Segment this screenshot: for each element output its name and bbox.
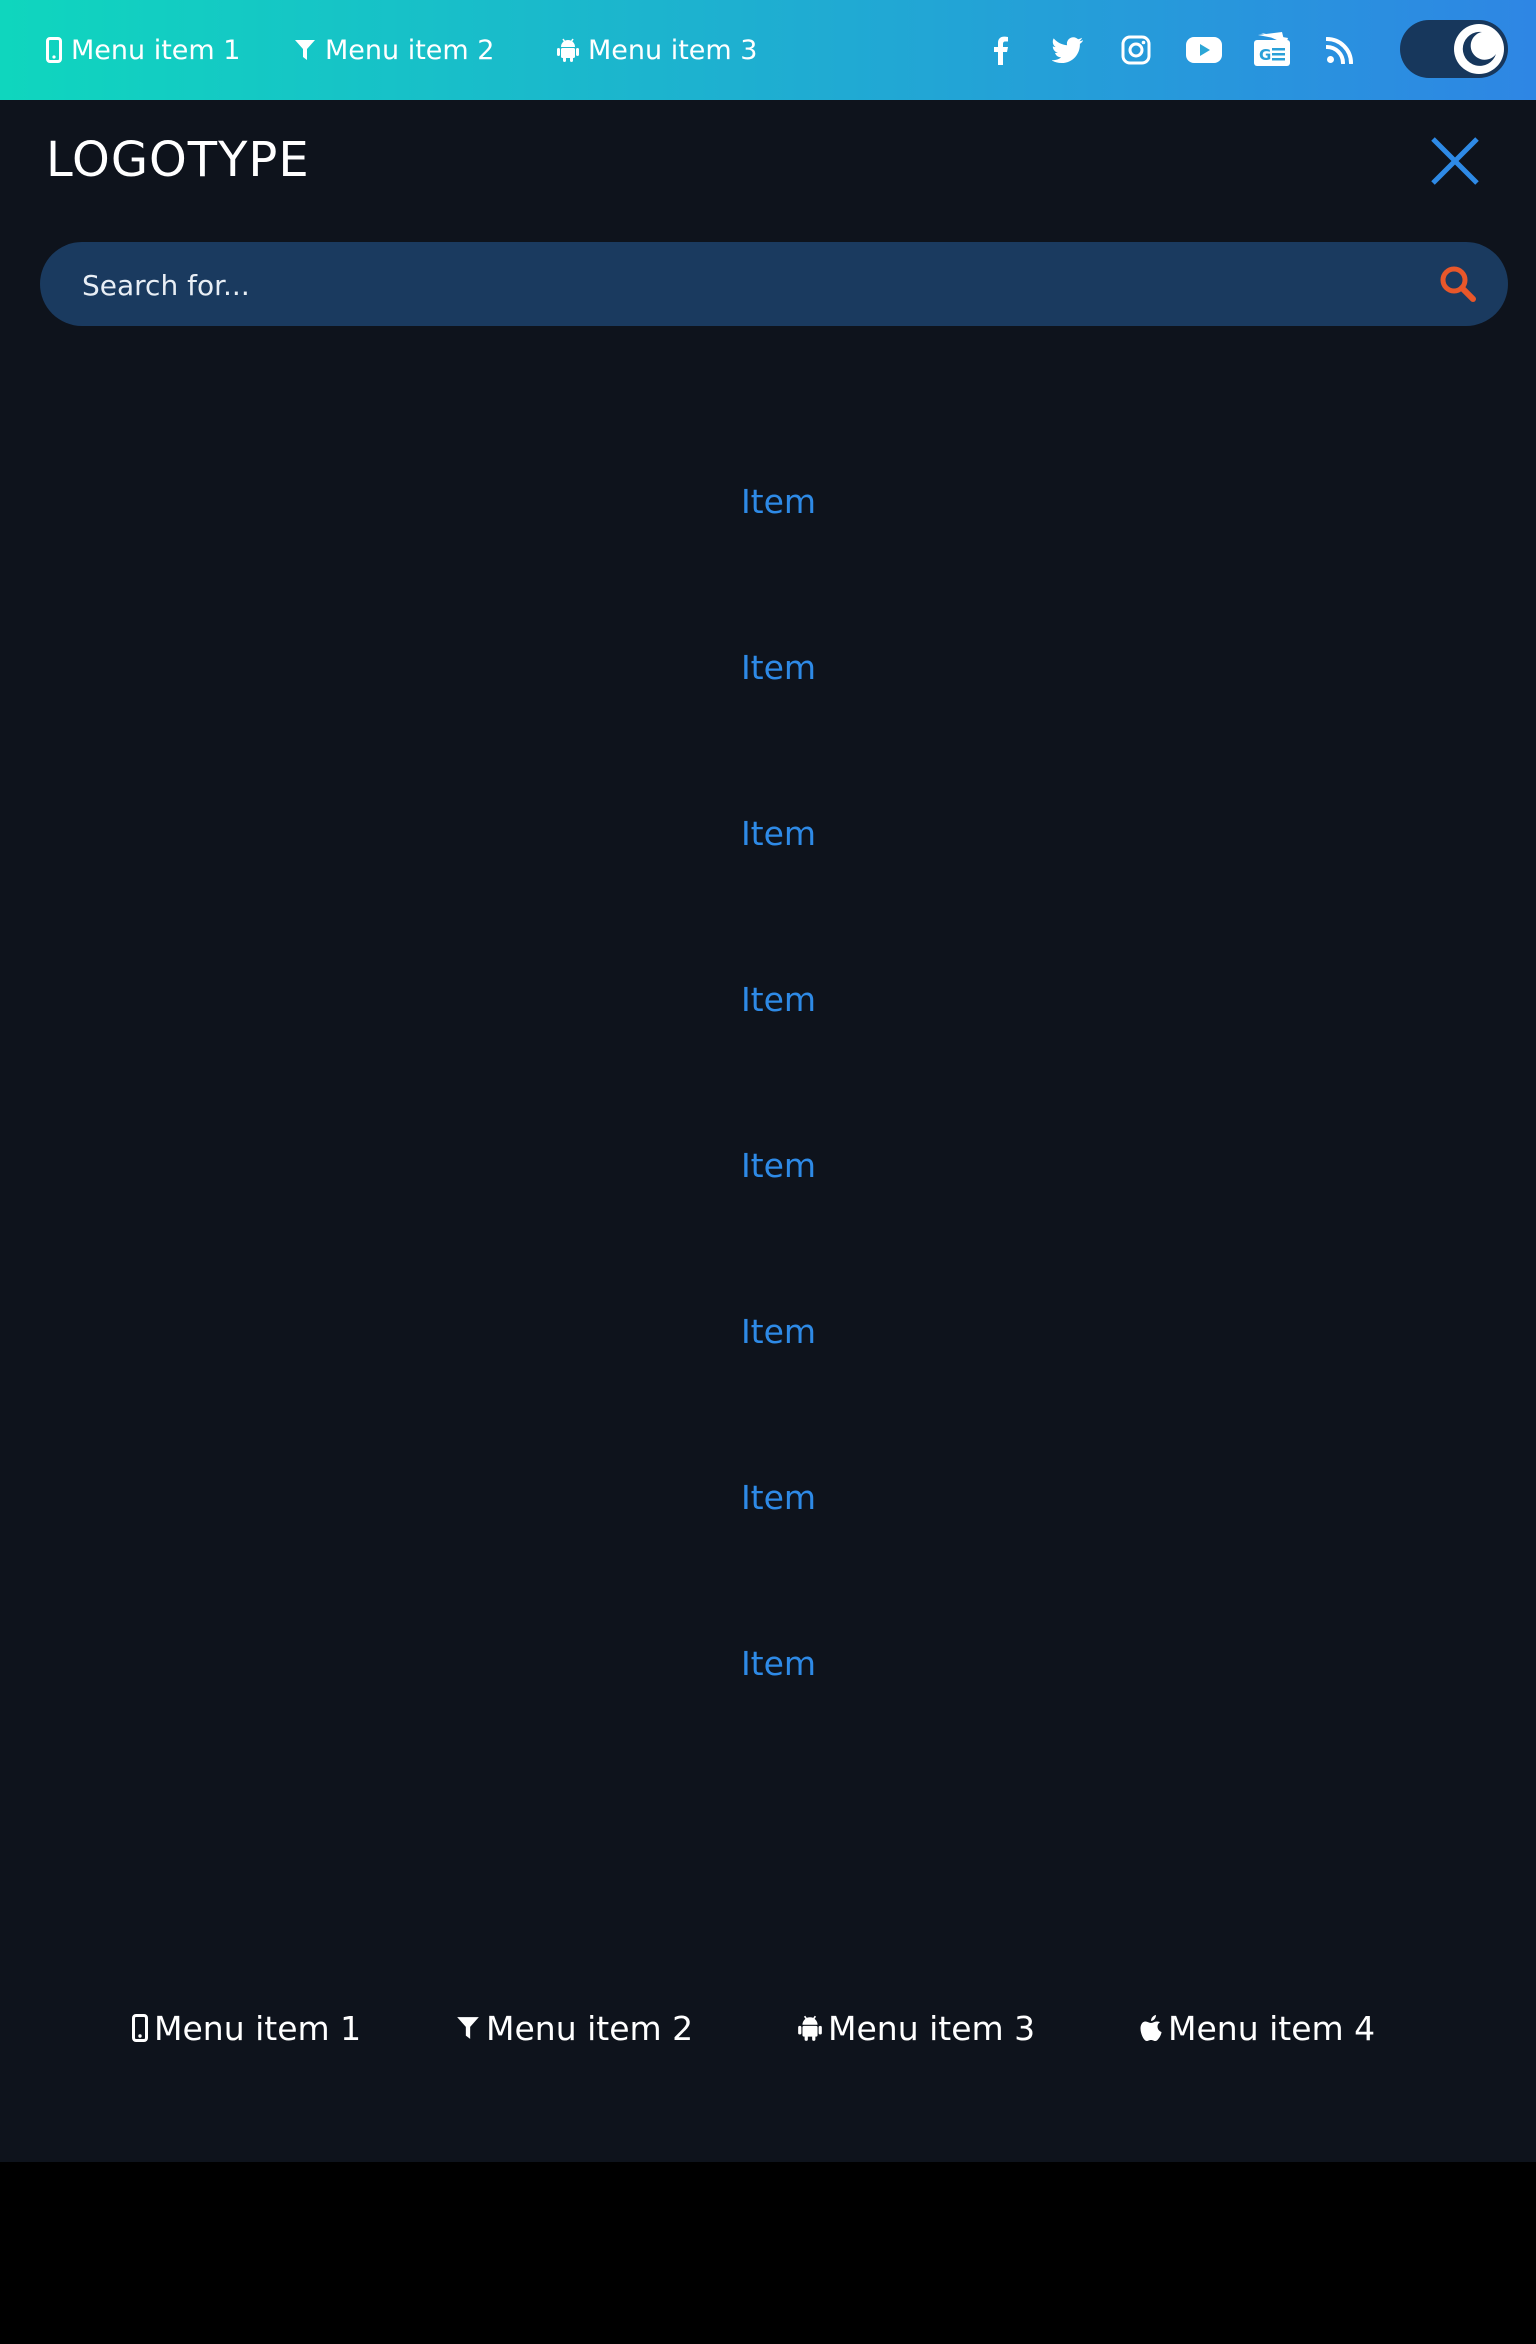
toggle-knob [1454,24,1504,74]
filter-icon [295,40,315,60]
facebook-link[interactable] [978,28,1022,72]
mobile-menu-panel: Menu item 1 Menu item 2 Menu item 3 G LO… [0,0,1536,2162]
close-button[interactable] [1428,134,1482,188]
rss-link[interactable] [1318,28,1362,72]
search-icon [1440,266,1476,302]
nav-item[interactable]: Item [0,1644,1536,1684]
bottom-menu-item-2[interactable]: Menu item 2 [456,2005,693,2051]
bottom-menu-item-3[interactable]: Menu item 3 [798,2005,1035,2051]
nav-item[interactable]: Item [0,648,1536,688]
top-bar: Menu item 1 Menu item 2 Menu item 3 G [0,0,1536,100]
nav-item[interactable]: Item [0,482,1536,522]
youtube-icon [1186,37,1222,63]
instagram-link[interactable] [1114,28,1158,72]
top-menu-item-label: Menu item 1 [71,34,241,66]
close-icon [1431,137,1479,185]
nav-item[interactable]: Item [0,1478,1536,1518]
bottom-menu-item-label: Menu item 3 [828,2008,1036,2048]
facebook-icon [994,36,1008,65]
youtube-link[interactable] [1182,28,1226,72]
bottom-menu-item-label: Menu item 4 [1168,2008,1376,2048]
nav-item[interactable]: Item [0,814,1536,854]
rss-icon [1326,37,1353,64]
google-news-icon: G [1254,32,1290,66]
instagram-icon [1121,35,1151,65]
nav-item[interactable]: Item [0,980,1536,1020]
top-menu-item-1[interactable]: Menu item 1 [46,0,240,100]
bottom-menu-item-1[interactable]: Menu item 1 [132,2005,361,2051]
logotype[interactable]: LOGOTYPE [46,132,310,188]
top-menu-item-3[interactable]: Menu item 3 [557,0,757,100]
top-menu-item-label: Menu item 2 [325,34,495,66]
nav-item[interactable]: Item [0,1146,1536,1186]
android-icon [798,2015,822,2041]
android-icon [557,38,579,62]
search-button[interactable] [1438,264,1478,304]
search-bar [40,242,1508,328]
dark-mode-toggle[interactable] [1400,20,1508,78]
bottom-menu-item-label: Menu item 2 [486,2008,694,2048]
top-menu-item-2[interactable]: Menu item 2 [294,0,494,100]
twitter-link[interactable] [1046,28,1090,72]
svg-text:G: G [1259,46,1271,64]
google-news-link[interactable]: G [1250,28,1294,72]
twitter-icon [1052,37,1083,63]
moon-icon [1462,31,1496,66]
search-input[interactable] [80,242,1404,328]
top-menu-item-label: Menu item 3 [588,34,758,66]
filter-icon [457,2017,479,2039]
bottom-menu-item-label: Menu item 1 [154,2008,362,2048]
bottom-menu-item-4[interactable]: Menu item 4 [1140,2005,1375,2051]
mobile-icon [132,2014,148,2042]
nav-item[interactable]: Item [0,1312,1536,1352]
apple-icon [1140,2015,1162,2041]
mobile-icon [46,37,62,63]
